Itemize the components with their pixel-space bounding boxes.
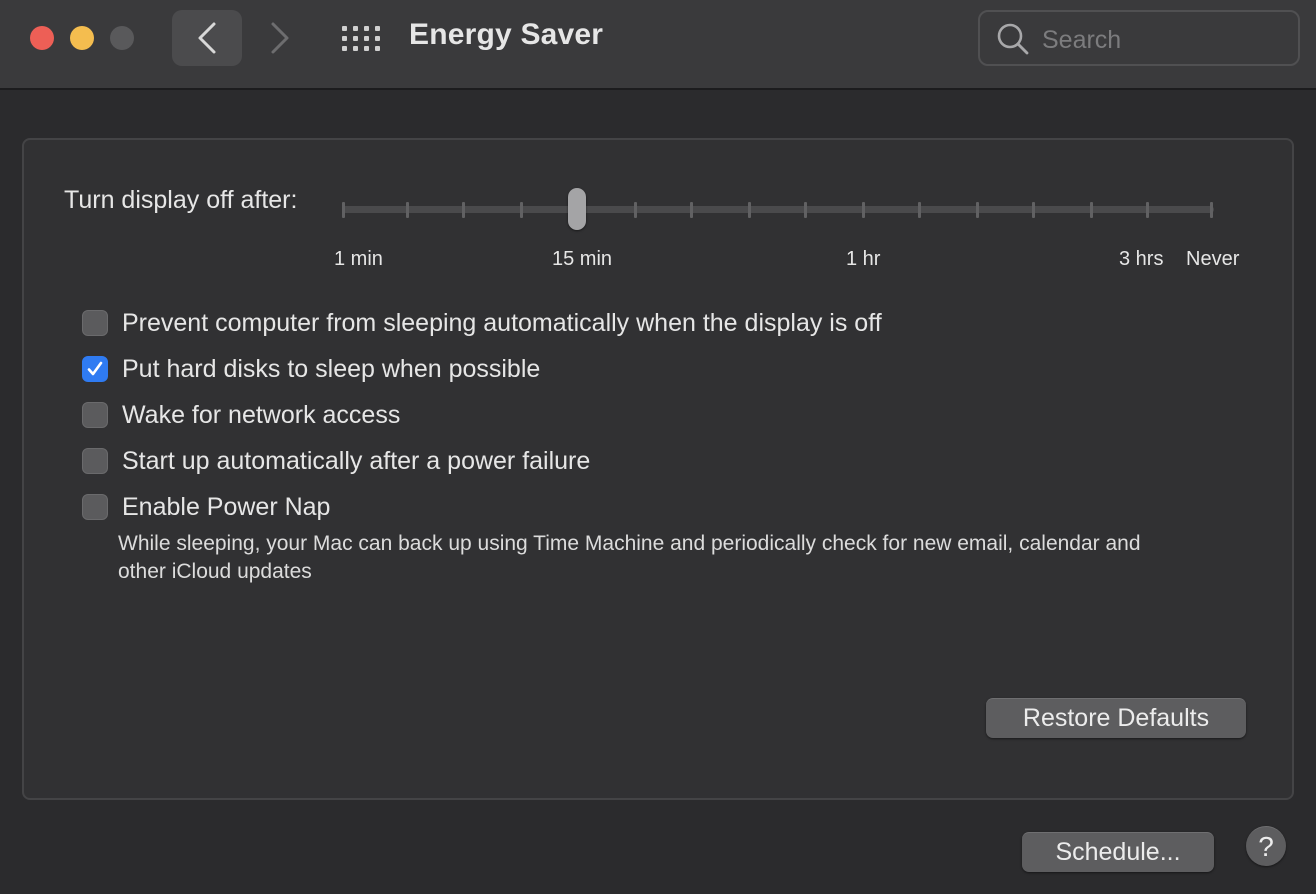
option-startup-after-power-failure[interactable]: Start up automatically after a power fai… (82, 446, 590, 476)
slider-tick (406, 202, 409, 218)
schedule-button[interactable]: Schedule... (1022, 832, 1214, 872)
wake-network-label[interactable]: Wake for network access (122, 401, 400, 430)
slider-tick (1146, 202, 1149, 218)
option-wake-network[interactable]: Wake for network access (82, 400, 400, 430)
slider-tick (690, 202, 693, 218)
display-sleep-label: Turn display off after: (64, 186, 298, 214)
startup-after-power-failure-checkbox[interactable] (82, 448, 108, 474)
slider-tick (918, 202, 921, 218)
restore-defaults-button[interactable]: Restore Defaults (986, 698, 1246, 738)
slider-tick (804, 202, 807, 218)
search-field[interactable] (978, 10, 1300, 66)
startup-after-power-failure-label[interactable]: Start up automatically after a power fai… (122, 447, 590, 476)
tick-label-1-hr: 1 hr (846, 248, 881, 270)
slider-thumb[interactable] (568, 188, 586, 230)
slider-tick (634, 202, 637, 218)
forward-button[interactable] (248, 10, 312, 66)
slider-tick (1210, 202, 1213, 218)
slider-tick (1032, 202, 1035, 218)
slider-track[interactable] (342, 206, 1214, 213)
slider-tick (342, 202, 345, 218)
close-window-button[interactable] (30, 26, 54, 50)
hard-disk-sleep-checkbox[interactable] (82, 356, 108, 382)
zoom-window-button[interactable] (110, 26, 134, 50)
window-title: Energy Saver (409, 18, 604, 51)
minimize-window-button[interactable] (70, 26, 94, 50)
slider-tick (462, 202, 465, 218)
slider-tick (520, 202, 523, 218)
prevent-sleep-label[interactable]: Prevent computer from sleeping automatic… (122, 309, 882, 338)
prevent-sleep-checkbox[interactable] (82, 310, 108, 336)
option-prevent-sleep[interactable]: Prevent computer from sleeping automatic… (82, 308, 882, 338)
tick-label-3-hrs: 3 hrs (1119, 248, 1164, 270)
chevron-left-icon (198, 22, 216, 54)
tick-label-15-min: 15 min (552, 248, 613, 270)
help-button[interactable]: ? (1246, 826, 1286, 866)
search-icon (997, 23, 1029, 55)
energy-saver-window: Energy Saver Turn display off after: (0, 0, 1316, 894)
chevron-right-icon (271, 22, 289, 54)
option-hard-disk-sleep[interactable]: Put hard disks to sleep when possible (82, 354, 540, 384)
power-nap-description: While sleeping, your Mac can back up usi… (118, 532, 1141, 583)
slider-tick (862, 202, 865, 218)
settings-panel: Turn display off after: 1 min 15 min 1 h… (22, 138, 1294, 800)
show-all-preferences-button[interactable] (336, 14, 386, 64)
grid-icon (342, 26, 380, 51)
tick-label-1-min: 1 min (334, 248, 383, 270)
search-input[interactable] (1040, 20, 1284, 60)
power-nap-checkbox[interactable] (82, 494, 108, 520)
power-nap-label[interactable]: Enable Power Nap (122, 493, 330, 522)
tick-label-never: Never (1186, 248, 1240, 270)
slider-tick (1090, 202, 1093, 218)
checkmark-icon (87, 361, 103, 376)
back-button[interactable] (172, 10, 242, 66)
option-power-nap[interactable]: Enable Power Nap (82, 492, 330, 522)
wake-network-checkbox[interactable] (82, 402, 108, 428)
slider-tick (976, 202, 979, 218)
hard-disk-sleep-label[interactable]: Put hard disks to sleep when possible (122, 355, 540, 384)
title-bar: Energy Saver (0, 0, 1316, 90)
slider-tick (748, 202, 751, 218)
